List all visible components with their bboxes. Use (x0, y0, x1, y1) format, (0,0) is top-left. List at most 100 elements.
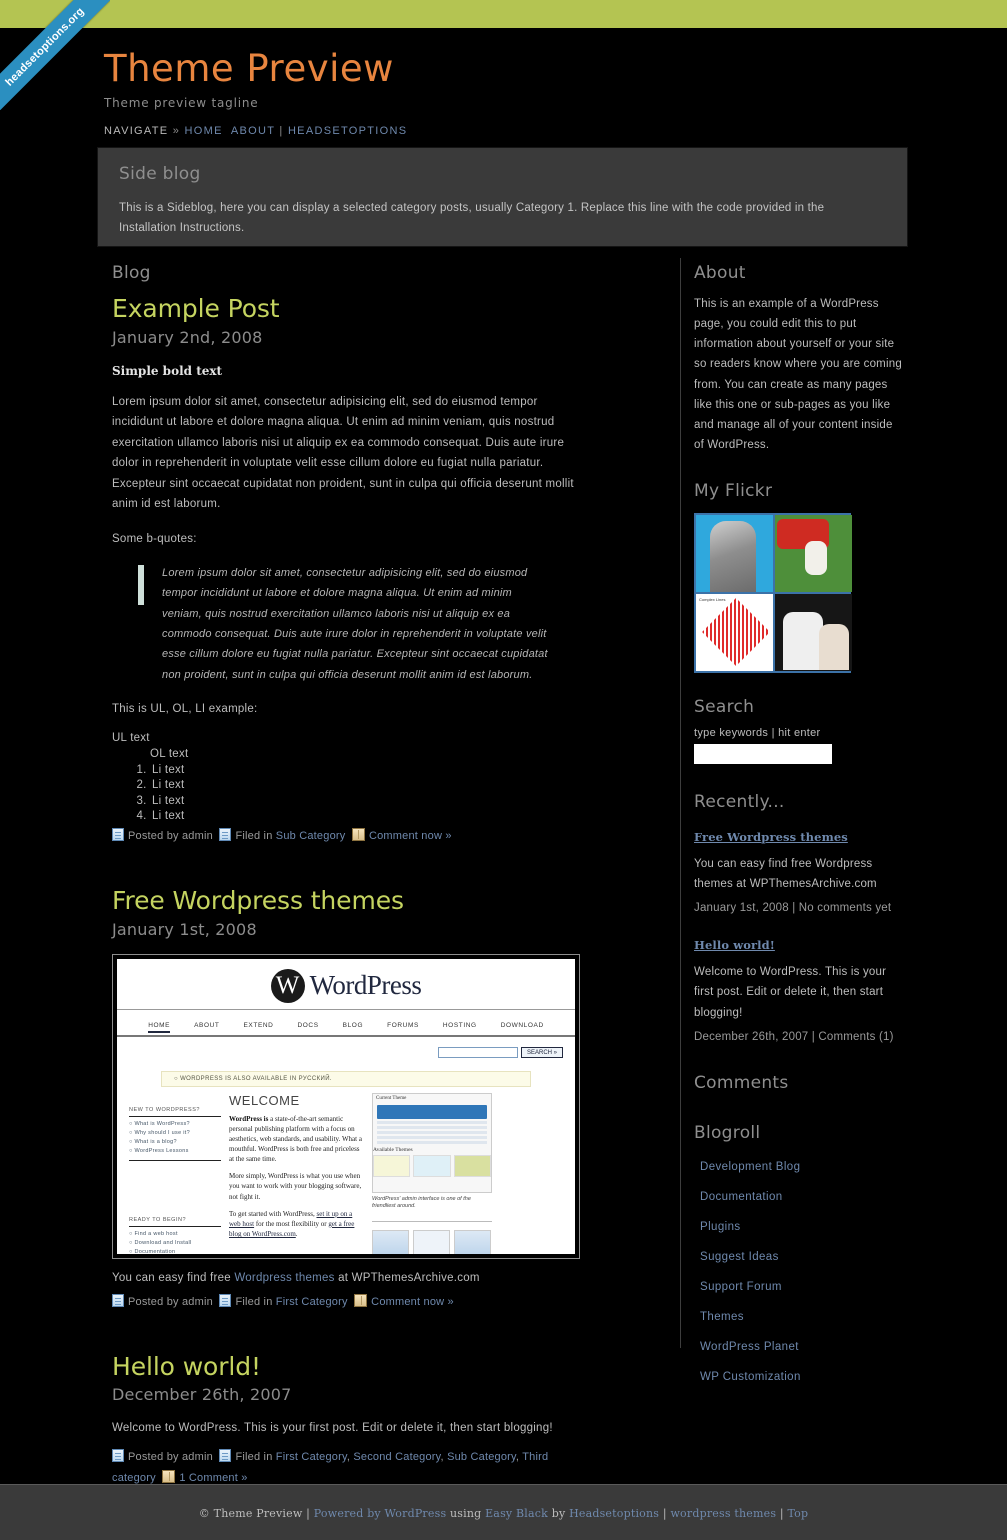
comment-icon (354, 1293, 368, 1307)
post-title[interactable]: Free Wordpress themes (112, 886, 582, 916)
nav-item-headsetoptions[interactable]: HEADSETOPTIONS (288, 125, 407, 137)
sideblog-heading: Side blog (119, 164, 201, 184)
wp-nav-home: HOME (148, 1021, 171, 1033)
footer-by: by (551, 1507, 566, 1520)
post-body: Lorem ipsum dolor sit amet, consectetur … (112, 395, 574, 511)
post-body: Welcome to WordPress. This is your first… (112, 1422, 553, 1435)
author-icon (112, 827, 124, 841)
flickr-photo[interactable]: Complex Lines (696, 594, 773, 671)
comment-icon (351, 827, 365, 841)
nav-item-home[interactable]: HOME (185, 125, 223, 137)
flickr-photo[interactable] (775, 594, 852, 671)
caption-post: at WPThemesArchive.com (334, 1271, 480, 1284)
wp-link: ○ Find a web host (129, 1231, 178, 1238)
sidebar-search: Search type keywords | hit enter (694, 697, 904, 764)
list-item: Li text (150, 809, 582, 825)
wp-panel-available: Available Themes (373, 1146, 413, 1153)
footer-sep: | (662, 1507, 667, 1520)
list-item: Support Forum (694, 1271, 904, 1301)
category-link[interactable]: First Category (276, 1451, 347, 1463)
footer-theme-link[interactable]: Easy Black (485, 1507, 548, 1520)
post-meta: Posted by admin Filed in Sub Category Co… (112, 826, 582, 847)
post-author: Posted by admin (128, 1450, 213, 1463)
post-title[interactable]: Example Post (112, 294, 582, 324)
sideblog-panel: Side blog This is a Sideblog, here you c… (97, 147, 908, 247)
author-icon (112, 1293, 124, 1307)
comments-link[interactable]: Comment now » (369, 830, 452, 842)
list-item: Li text (150, 763, 582, 779)
wp-language-notice: ○ WORDPRESS IS ALSO AVAILABLE IN РУССКИЙ… (161, 1070, 531, 1087)
ul-text: UL text (112, 731, 150, 744)
column-divider (680, 258, 681, 1348)
post-date: January 2nd, 2008 (112, 327, 263, 347)
wp-panel-caption: WordPress' admin interface is one of the… (372, 1195, 471, 1210)
recent-post-title[interactable]: Free Wordpress themes (694, 830, 848, 844)
blogroll-link-themes[interactable]: Themes (700, 1311, 744, 1323)
blogroll-link-plugins[interactable]: Plugins (700, 1221, 741, 1233)
category-link[interactable]: Sub Category (447, 1451, 516, 1463)
wp-ready-links: ○ Find a web host ○ Download and Install… (129, 1230, 221, 1254)
search-heading: Search (694, 697, 755, 717)
comments-link[interactable]: 1 Comment » (179, 1472, 247, 1484)
navigate-arrow-icon: » (172, 125, 181, 137)
footer-sep: | (779, 1507, 784, 1520)
blogroll-link-support-forum[interactable]: Support Forum (700, 1281, 782, 1293)
footer-author-link[interactable]: Headsetoptions (569, 1507, 659, 1520)
post-example-post: Example Post January 2nd, 2008 Simple bo… (112, 294, 582, 847)
corner-ribbon[interactable]: headsetoptions.org (0, 0, 110, 110)
comments-heading: Comments (694, 1072, 789, 1093)
category-icon (219, 1293, 232, 1307)
wp-ready-heading: READY TO BEGIN? (129, 1217, 221, 1227)
blog-section-heading: Blog (112, 263, 151, 283)
site-title[interactable]: Theme Preview (104, 50, 924, 87)
category-link[interactable]: Second Category (353, 1451, 440, 1463)
filed-in-label: Filed in (235, 829, 273, 842)
caption-link[interactable]: Wordpress themes (234, 1272, 334, 1284)
footer-using: using (450, 1507, 482, 1520)
wp-nav-docs: DOCS (297, 1021, 319, 1029)
recent-post-title[interactable]: Hello world! (694, 938, 775, 952)
blogroll-link-wp-customization[interactable]: WP Customization (700, 1371, 801, 1383)
wp-nav-blog: BLOG (342, 1021, 364, 1029)
sideblog-text: This is a Sideblog, here you can display… (119, 202, 825, 235)
footer-themes-link[interactable]: wordpress themes (670, 1507, 776, 1520)
wp-mini-thumb (413, 1229, 450, 1254)
wp-new-links: ○ What is WordPress? ○ Why should I use … (129, 1120, 221, 1161)
footer-top-link[interactable]: Top (787, 1507, 808, 1520)
list-item: Documentation (694, 1181, 904, 1211)
category-link[interactable]: Sub Category (276, 830, 346, 842)
wp-paragraph-2: More simply, WordPress is what you use w… (229, 1172, 362, 1201)
list-item: WordPress Planet (694, 1331, 904, 1361)
ribbon-band[interactable]: headsetoptions.org (0, 0, 110, 110)
wp-nav: HOME ABOUT EXTEND DOCS BLOG FORUMS HOSTI… (117, 1008, 575, 1037)
wp-link: ○ Download and Install (129, 1240, 192, 1247)
demo-unordered-list: UL text OL text Li text Li text Li text … (112, 730, 582, 825)
blogroll-link-suggest-ideas[interactable]: Suggest Ideas (700, 1251, 779, 1263)
blogroll-link-wordpress-planet[interactable]: WordPress Planet (700, 1341, 799, 1353)
footer-powered-link[interactable]: Powered by WordPress (314, 1507, 447, 1520)
flickr-photo[interactable] (696, 515, 773, 592)
blogroll-link-development-blog[interactable]: Development Blog (700, 1161, 800, 1173)
site-header: Theme Preview Theme preview tagline NAVI… (104, 50, 924, 137)
blogroll-link-documentation[interactable]: Documentation (700, 1191, 783, 1203)
flickr-photo[interactable] (775, 515, 852, 592)
navigate-label: NAVIGATE (104, 125, 169, 137)
post-title[interactable]: Hello world! (112, 1352, 582, 1382)
nav-separator: | (279, 125, 284, 137)
search-input[interactable] (694, 744, 832, 764)
post-author: Posted by admin (128, 1295, 213, 1308)
recent-post-excerpt: You can easy find free Wordpress themes … (694, 858, 877, 891)
post-date: January 1st, 2008 (112, 919, 257, 939)
wordpress-screenshot-image[interactable]: W WordPress HOME ABOUT EXTEND DOCS BLOG F… (112, 953, 580, 1259)
comments-link[interactable]: Comment now » (371, 1296, 454, 1308)
nav-item-about[interactable]: ABOUT (231, 125, 275, 137)
quote-mark-icon (138, 565, 156, 606)
wp-search-button: SEARCH » (520, 1047, 563, 1059)
sidebar-recently: Recently... Free Wordpress themes You ca… (694, 792, 904, 1043)
recent-post-item: Hello world! Welcome to WordPress. This … (694, 936, 904, 1042)
wp-nav-about: ABOUT (194, 1021, 220, 1029)
primary-navigation: NAVIGATE » HOME ABOUT | HEADSETOPTIONS (104, 125, 924, 137)
post-bold-line: Simple bold text (112, 363, 223, 378)
category-link[interactable]: First Category (276, 1296, 348, 1308)
footer-copyright: © Theme Preview (198, 1507, 303, 1520)
